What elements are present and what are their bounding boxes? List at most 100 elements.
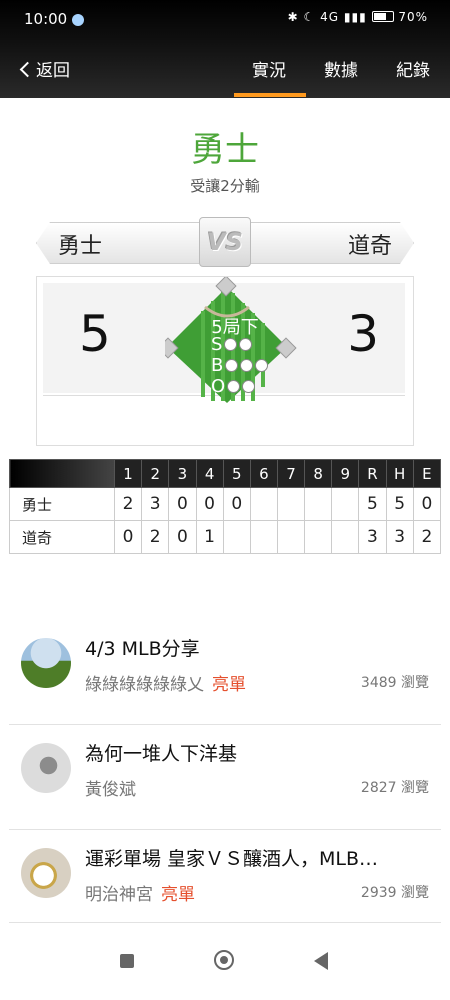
inning-cell: 0 (113, 520, 143, 554)
strike-row: S (211, 334, 253, 355)
table-row: 勇士 2 3 0 0 0 5 5 0 (9, 487, 442, 521)
active-tab-indicator (234, 93, 306, 97)
inning-cell (331, 487, 360, 521)
avatar[interactable] (21, 743, 71, 793)
list-item[interactable]: 運彩單場 皇家ＶＳ釀酒人，MLB… 明治神宮 亮單 2939 瀏覽 (9, 830, 441, 923)
header-cell: 9 (331, 459, 360, 488)
tab-stats[interactable]: 數據 (324, 56, 358, 81)
home-score: 5 (79, 305, 111, 363)
runs-cell: 5 (358, 487, 387, 521)
top-nav: 返回 實況 數據 紀錄 (0, 56, 450, 86)
linescore-header-row: 1 2 3 4 5 6 7 8 9 R H E (9, 459, 442, 488)
inning-cell (331, 520, 360, 554)
inning-cell: 2 (141, 520, 170, 554)
network-label: 4G (320, 10, 340, 24)
inning-cell: 0 (195, 487, 224, 521)
inning-cell: 0 (168, 487, 197, 521)
battery-level: 70% (398, 10, 428, 24)
post-author: 黃俊斌 (85, 775, 136, 800)
chevron-left-icon (19, 61, 36, 78)
inning-cell (304, 487, 333, 521)
inning-cell: 2 (113, 487, 143, 521)
status-indicators: ✱ ☾ 4G ▮▮▮ 70% (287, 10, 428, 24)
home-team-name: 勇士 (58, 234, 103, 259)
post-title[interactable]: 4/3 MLB分享 (85, 634, 433, 661)
out-row: O (211, 376, 256, 397)
back-button[interactable]: 返回 (19, 56, 70, 81)
header-cell: 6 (249, 459, 279, 488)
inning-cell: 1 (195, 520, 224, 554)
tab-live[interactable]: 實況 (252, 56, 286, 81)
inning-cell (222, 520, 251, 554)
status-badge: 亮單 (212, 675, 246, 695)
view-count: 2827 瀏覽 (360, 780, 429, 796)
ball-row: B (211, 355, 269, 376)
table-row: 道奇 0 2 0 1 3 3 2 (9, 520, 442, 554)
team-cell: 勇士 (9, 487, 115, 521)
strike-label: S (211, 334, 223, 355)
inning-cell: 0 (168, 520, 197, 554)
header-cell: R (358, 459, 387, 488)
header-cell: 8 (304, 459, 333, 488)
status-badge: 亮單 (161, 885, 195, 905)
hits-cell: 5 (385, 487, 414, 521)
team-cell: 道奇 (9, 520, 115, 554)
inning-cell: 3 (141, 487, 170, 521)
author-name: 綠綠綠綠綠綠乂 (85, 675, 204, 695)
recent-apps-icon[interactable] (120, 954, 134, 968)
author-name: 明治神宮 (85, 885, 153, 905)
view-count: 3489 瀏覽 (360, 675, 429, 691)
post-title[interactable]: 為何一堆人下洋基 (85, 739, 433, 766)
hits-cell: 3 (385, 520, 414, 554)
post-author: 綠綠綠綠綠綠乂 亮單 (85, 670, 246, 695)
result-text: 受讓2分輸 (190, 177, 260, 195)
post-author: 明治神宮 亮單 (85, 880, 195, 905)
errors-cell: 2 (412, 520, 442, 554)
inning-cell (276, 520, 306, 554)
errors-cell: 0 (412, 487, 442, 521)
status-bar: 10:00 ✱ ☾ 4G ▮▮▮ 70% (24, 10, 428, 32)
header-cell (9, 459, 115, 488)
list-item[interactable]: 4/3 MLB分享 綠綠綠綠綠綠乂 亮單 3489 瀏覽 (9, 620, 441, 725)
battery-icon (371, 11, 394, 22)
system-nav-bar (0, 944, 450, 1000)
scoreboard: 5 3 5局下 S B O (36, 275, 414, 446)
status-time: 10:00 (24, 10, 68, 28)
view-count: 2939 瀏覽 (360, 885, 429, 901)
inning-cell (276, 487, 306, 521)
post-list: 4/3 MLB分享 綠綠綠綠綠綠乂 亮單 3489 瀏覽 為何一堆人下洋基 黃俊斌… (9, 620, 441, 923)
inning-cell (249, 487, 279, 521)
inning-cell: 0 (222, 487, 251, 521)
inning-cell (249, 520, 279, 554)
list-item[interactable]: 為何一堆人下洋基 黃俊斌 2827 瀏覽 (9, 725, 441, 830)
header-cell: H (385, 459, 414, 488)
header-cell: 3 (168, 459, 197, 488)
linescore-table: 1 2 3 4 5 6 7 8 9 R H E 勇士 2 3 0 0 0 5 5 (9, 459, 442, 554)
header-cell: E (412, 459, 442, 488)
winner-title: 勇士 (191, 130, 259, 170)
tab-record[interactable]: 紀錄 (396, 56, 430, 81)
matchup-bar: 勇士 道奇 VS (36, 217, 414, 267)
away-score: 3 (347, 305, 379, 363)
inning-cell (304, 520, 333, 554)
back-label: 返回 (36, 61, 70, 81)
header-cell: 1 (113, 459, 143, 488)
header-cell: 5 (222, 459, 251, 488)
baseball-diamond: 5局下 S B O (157, 275, 305, 403)
header-cell: 4 (195, 459, 224, 488)
out-label: O (211, 376, 226, 397)
away-team-name: 道奇 (347, 234, 392, 259)
ball-label: B (211, 355, 224, 376)
back-triangle-icon[interactable] (314, 952, 328, 970)
post-title[interactable]: 運彩單場 皇家ＶＳ釀酒人，MLB… (85, 844, 433, 871)
notification-dot-icon (72, 14, 84, 26)
author-name: 黃俊斌 (85, 780, 136, 800)
avatar[interactable] (21, 638, 71, 688)
top-header: 10:00 ✱ ☾ 4G ▮▮▮ 70% 返回 實況 數據 紀錄 (0, 0, 450, 98)
home-icon[interactable] (214, 950, 234, 970)
header-cell: 2 (141, 459, 170, 488)
avatar[interactable] (21, 848, 71, 898)
runs-cell: 3 (358, 520, 387, 554)
vs-badge: VS (199, 217, 251, 267)
header-cell: 7 (276, 459, 306, 488)
